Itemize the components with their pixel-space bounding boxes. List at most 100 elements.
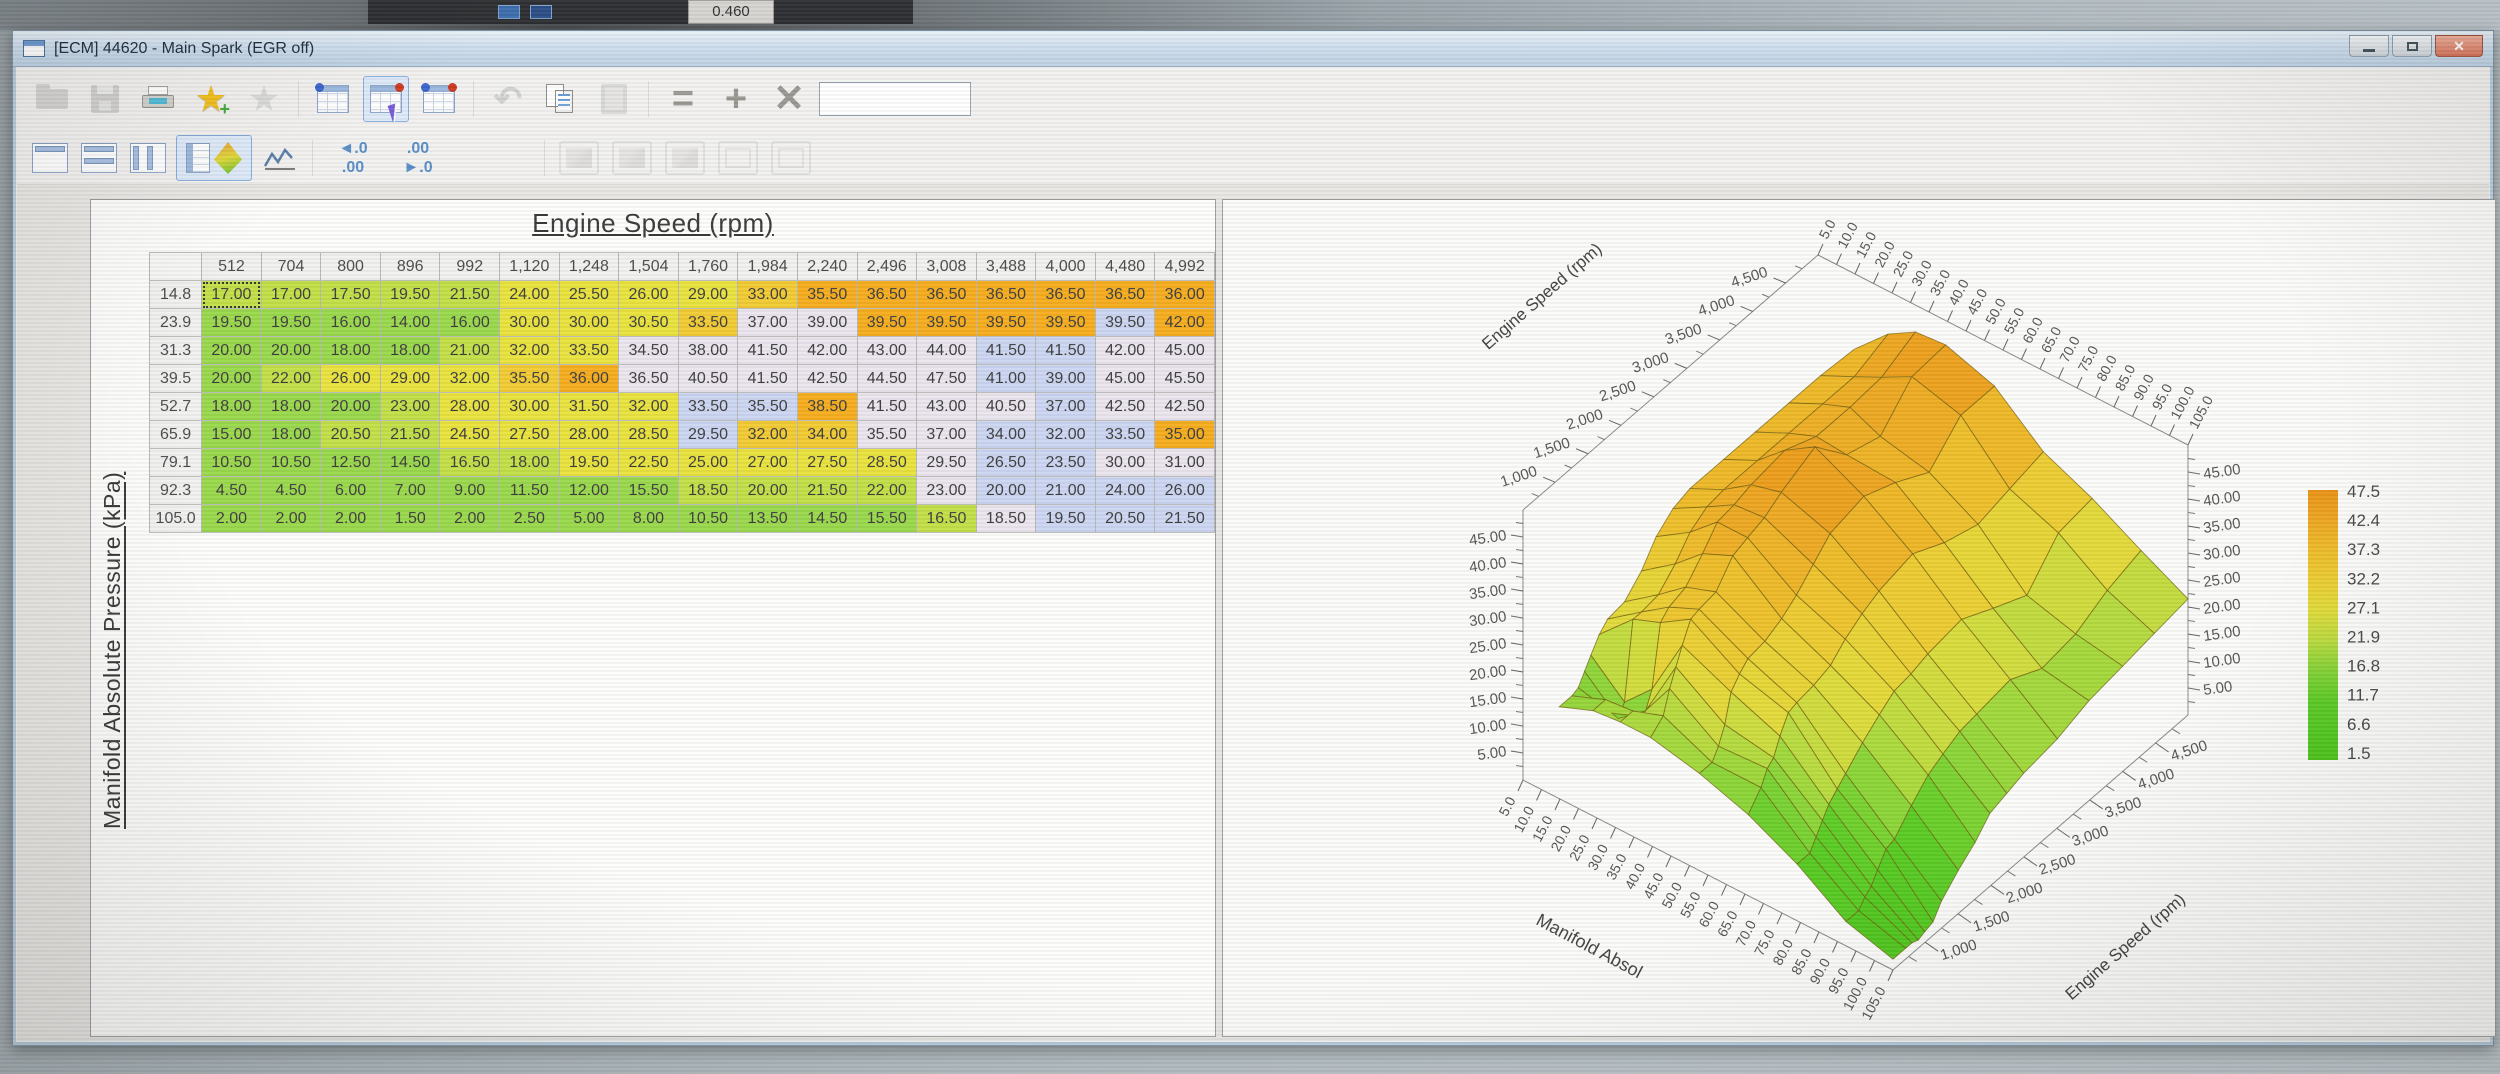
column-header-rpm[interactable]: 2,240 [797, 253, 857, 281]
table-cell[interactable]: 18.00 [261, 421, 321, 449]
table-cell[interactable]: 43.00 [857, 337, 917, 365]
table-cell[interactable]: 41.50 [976, 337, 1036, 365]
table-cell[interactable]: 41.50 [857, 393, 917, 421]
table-cell[interactable]: 11.50 [500, 477, 560, 505]
table-cell[interactable]: 37.00 [1036, 393, 1096, 421]
table-cell[interactable]: 39.50 [976, 309, 1036, 337]
column-header-rpm[interactable]: 704 [261, 253, 321, 281]
undo-icon[interactable]: ↶ [485, 76, 531, 122]
column-header-rpm[interactable]: 4,000 [1036, 253, 1096, 281]
table-cell[interactable]: 45.00 [1155, 337, 1215, 365]
column-header-rpm[interactable]: 1,504 [619, 253, 679, 281]
table-cell[interactable]: 42.50 [797, 365, 857, 393]
row-header-map[interactable]: 14.8 [150, 281, 202, 309]
table-view-icon[interactable] [310, 76, 356, 122]
table-cell[interactable]: 29.50 [917, 449, 977, 477]
table-cell[interactable]: 17.50 [321, 281, 381, 309]
column-header-rpm[interactable]: 3,008 [917, 253, 977, 281]
column-header-rpm[interactable]: 1,248 [559, 253, 619, 281]
multiply-value-icon[interactable]: ✕ [766, 76, 812, 122]
table-cell[interactable]: 10.50 [202, 449, 262, 477]
fit-view-icon[interactable] [768, 135, 814, 181]
table-cell[interactable]: 30.00 [500, 309, 560, 337]
paste-icon[interactable] [591, 76, 637, 122]
table-cell[interactable]: 41.50 [1036, 337, 1096, 365]
set-equal-icon[interactable]: = [660, 76, 706, 122]
column-header-rpm[interactable]: 4,992 [1155, 253, 1215, 281]
table-cell[interactable]: 16.00 [321, 309, 381, 337]
table-cell[interactable]: 13.50 [738, 505, 798, 533]
table-cell[interactable]: 6.00 [321, 477, 381, 505]
table-cell[interactable]: 25.50 [559, 281, 619, 309]
table-cell[interactable]: 39.50 [1095, 309, 1155, 337]
table-cell[interactable]: 19.50 [261, 309, 321, 337]
table-cell[interactable]: 12.00 [559, 477, 619, 505]
table-cell[interactable]: 28.50 [857, 449, 917, 477]
table-cell[interactable]: 29.00 [380, 365, 440, 393]
row-header-map[interactable]: 92.3 [150, 477, 202, 505]
table-cell[interactable]: 21.50 [440, 281, 500, 309]
table-cell[interactable]: 39.50 [857, 309, 917, 337]
table-cell[interactable]: 28.00 [559, 421, 619, 449]
table-cell[interactable]: 16.50 [917, 505, 977, 533]
table-cell[interactable]: 4.50 [202, 477, 262, 505]
table-cell[interactable]: 36.00 [559, 365, 619, 393]
table-cell[interactable]: 10.50 [261, 449, 321, 477]
row-header-map[interactable]: 65.9 [150, 421, 202, 449]
table-cell[interactable]: 2.00 [202, 505, 262, 533]
table-cell[interactable]: 26.50 [976, 449, 1036, 477]
table-cell[interactable]: 21.50 [1155, 505, 1215, 533]
table-cell[interactable]: 39.00 [1036, 365, 1096, 393]
table-cell[interactable]: 39.50 [1036, 309, 1096, 337]
table-cell[interactable]: 40.50 [678, 365, 738, 393]
minimize-button[interactable] [2349, 35, 2389, 57]
table-cell[interactable]: 38.50 [797, 393, 857, 421]
table-cell[interactable]: 39.00 [797, 309, 857, 337]
table-history-icon[interactable] [416, 76, 462, 122]
flip-horizontal-icon[interactable] [556, 135, 602, 181]
row-header-map[interactable]: 79.1 [150, 449, 202, 477]
table-cell[interactable]: 40.50 [976, 393, 1036, 421]
row-header-map[interactable]: 23.9 [150, 309, 202, 337]
table-cell[interactable]: 45.50 [1155, 365, 1215, 393]
save-file-icon[interactable] [82, 76, 128, 122]
table-cell[interactable]: 34.00 [976, 421, 1036, 449]
table-cell[interactable]: 15.50 [857, 505, 917, 533]
table-cell[interactable]: 21.50 [380, 421, 440, 449]
table-cell[interactable]: 25.00 [678, 449, 738, 477]
table-cell[interactable]: 42.00 [1155, 309, 1215, 337]
table-cell[interactable]: 1.50 [380, 505, 440, 533]
flip-vertical-icon[interactable] [609, 135, 655, 181]
table-cell[interactable]: 33.50 [678, 309, 738, 337]
table-cell[interactable]: 18.50 [678, 477, 738, 505]
table-cell[interactable]: 23.00 [917, 477, 977, 505]
table-cell[interactable]: 35.50 [797, 281, 857, 309]
increase-decimals-icon[interactable]: .00►.0 [389, 137, 447, 179]
table-cell[interactable]: 36.50 [917, 281, 977, 309]
table-cell[interactable]: 23.50 [1036, 449, 1096, 477]
table-cell[interactable]: 7.00 [380, 477, 440, 505]
zoom-region-icon[interactable] [715, 135, 761, 181]
table-cell[interactable]: 44.00 [917, 337, 977, 365]
column-header-rpm[interactable]: 512 [202, 253, 262, 281]
table-cell[interactable]: 17.00 [261, 281, 321, 309]
table-cell[interactable]: 20.00 [738, 477, 798, 505]
table-cell[interactable]: 16.50 [440, 449, 500, 477]
maximize-button[interactable] [2392, 35, 2432, 57]
table-compare-icon[interactable] [363, 76, 409, 122]
table-cell[interactable]: 12.50 [321, 449, 381, 477]
table-cell[interactable]: 32.00 [440, 365, 500, 393]
copy-icon[interactable] [538, 76, 584, 122]
table-cell[interactable]: 18.00 [261, 393, 321, 421]
row-header-map[interactable]: 52.7 [150, 393, 202, 421]
spark-3d-surface-chart[interactable]: 1,0001,5002,0002,5003,0003,5004,0004,500… [1223, 200, 2495, 1036]
table-cell[interactable]: 42.00 [1095, 337, 1155, 365]
layout-vertical-icon[interactable] [127, 138, 169, 178]
table-cell[interactable]: 38.00 [678, 337, 738, 365]
table-cell[interactable]: 44.50 [857, 365, 917, 393]
column-header-rpm[interactable]: 800 [321, 253, 381, 281]
table-cell[interactable]: 18.00 [500, 449, 560, 477]
table-cell[interactable]: 36.00 [1155, 281, 1215, 309]
table-cell[interactable]: 35.00 [1155, 421, 1215, 449]
table-cell[interactable]: 41.50 [738, 365, 798, 393]
